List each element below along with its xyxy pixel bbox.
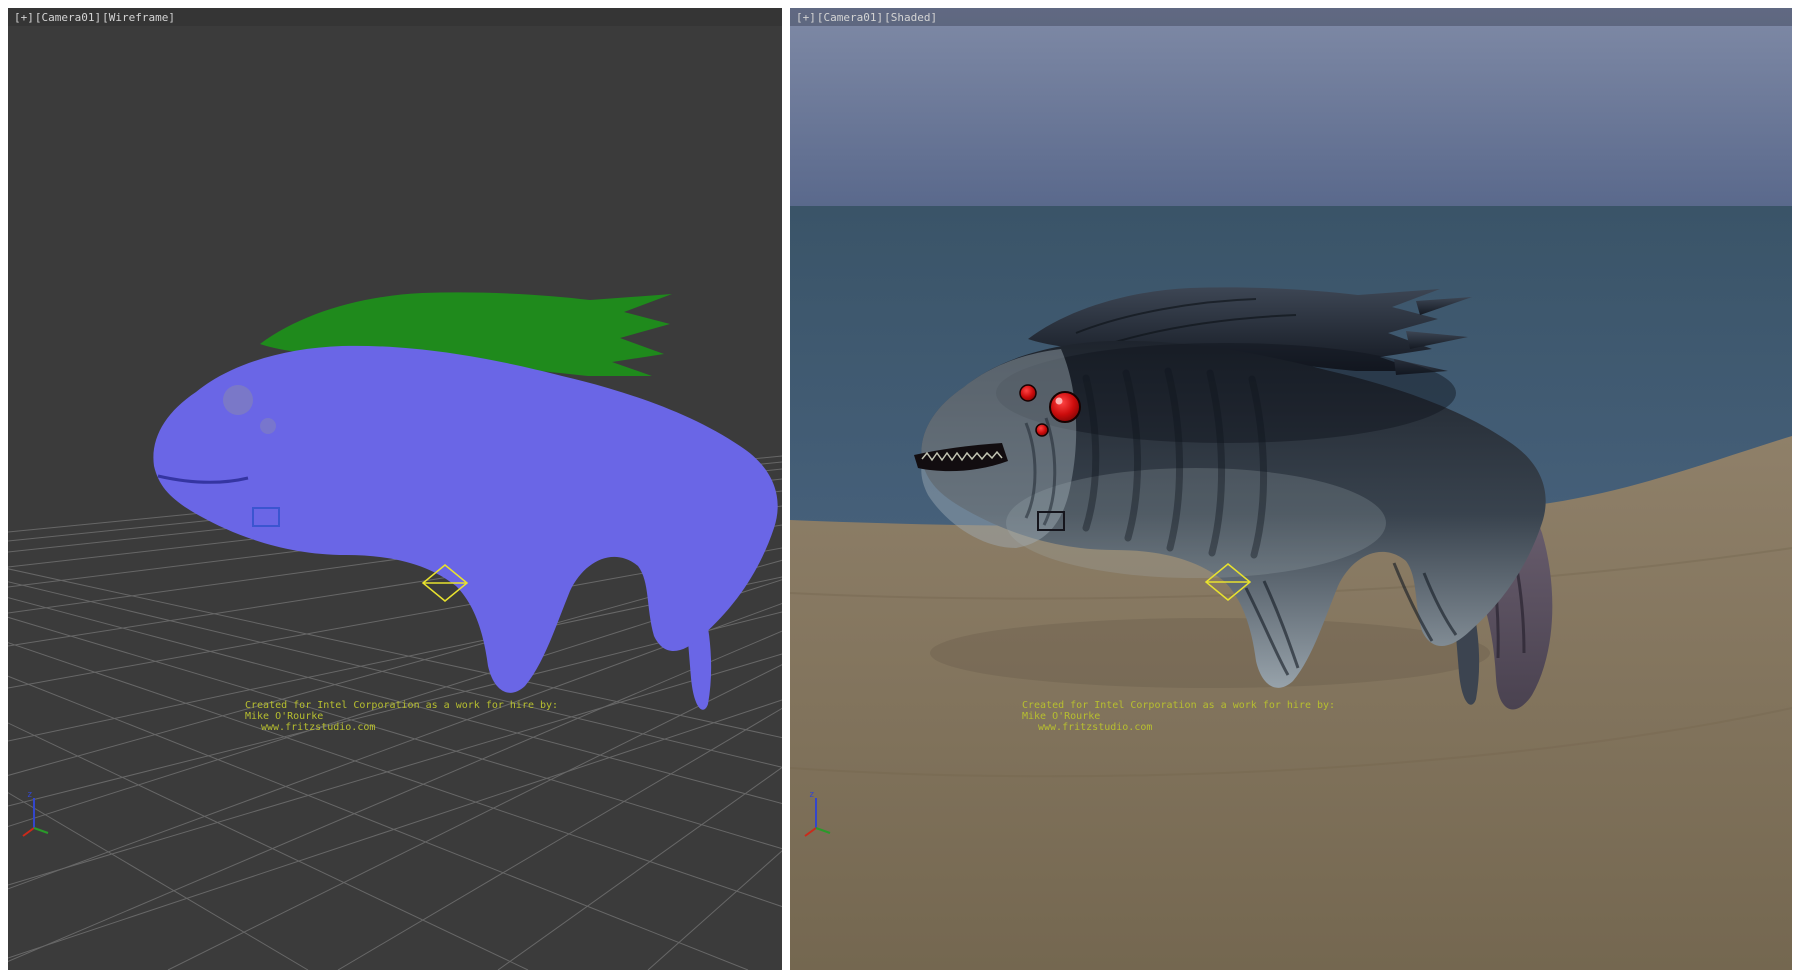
watermark-line3: www.fritzstudio.com xyxy=(1038,722,1335,733)
viewport-shaded[interactable]: [+][Camera01][Shaded] xyxy=(790,8,1792,970)
axis-y-line xyxy=(34,828,48,833)
viewport-wireframe[interactable]: [+][Camera01][Wireframe] xyxy=(8,8,782,970)
viewport-menu-pov[interactable]: [Camera01] xyxy=(35,11,101,24)
world-axis-gizmo: z xyxy=(18,786,58,838)
watermark-line1: Created for Intel Corporation as a work … xyxy=(245,700,558,711)
viewport-menu-shading[interactable]: [Shaded] xyxy=(884,11,937,24)
watermark-line2: Mike O'Rourke xyxy=(245,711,558,722)
fish-eye-outline-small xyxy=(260,418,276,434)
watermark-line2: Mike O'Rourke xyxy=(1022,711,1335,722)
axis-z-label: z xyxy=(27,790,32,800)
viewport-top-strip xyxy=(790,8,1792,26)
axis-x-line xyxy=(23,828,34,836)
world-axis-gizmo: z xyxy=(800,786,840,838)
viewport-label: [+][Camera01][Shaded] xyxy=(796,11,938,24)
axis-z-label: z xyxy=(809,790,814,800)
watermark-line3: www.fritzstudio.com xyxy=(261,722,558,733)
axis-x-line xyxy=(805,828,816,836)
sky xyxy=(790,8,1792,206)
fish-eye-highlight xyxy=(1056,398,1063,405)
viewport-menu-shading[interactable]: [Wireframe] xyxy=(102,11,175,24)
watermark-text: Created for Intel Corporation as a work … xyxy=(1022,700,1335,733)
fish-eye-medium xyxy=(1020,385,1036,401)
fish-eye-outline xyxy=(223,385,253,415)
viewport-menu-general[interactable]: [+] xyxy=(14,11,34,24)
fish-eye-small xyxy=(1036,424,1048,436)
axis-y-line xyxy=(816,828,830,833)
viewport-menu-pov[interactable]: [Camera01] xyxy=(817,11,883,24)
watermark-text: Created for Intel Corporation as a work … xyxy=(245,700,558,733)
fish-shadow xyxy=(930,618,1490,688)
viewport-label: [+][Camera01][Wireframe] xyxy=(14,11,176,24)
fish-model-wireframe[interactable] xyxy=(153,292,777,709)
fish-eye-large xyxy=(1050,392,1080,422)
viewport-menu-general[interactable]: [+] xyxy=(796,11,816,24)
watermark-line1: Created for Intel Corporation as a work … xyxy=(1022,700,1335,711)
